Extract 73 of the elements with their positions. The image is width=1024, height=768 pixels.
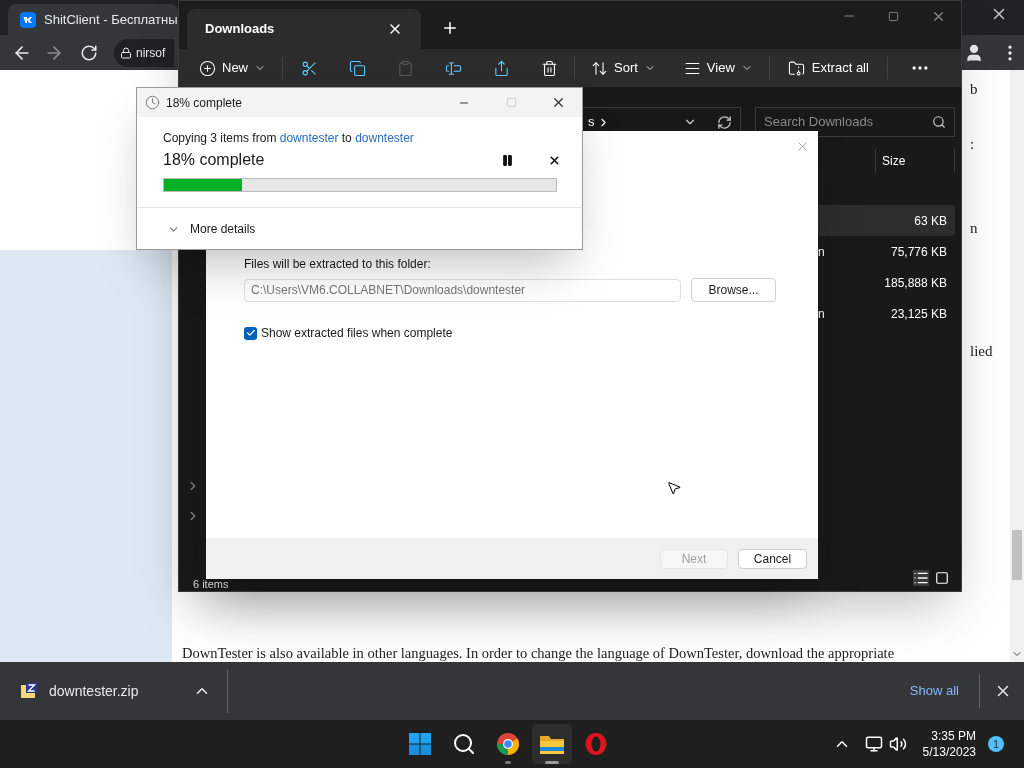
browse-button[interactable]: Browse... <box>691 278 776 302</box>
page-text: lied <box>970 341 994 361</box>
sort-button[interactable]: Sort <box>591 58 656 78</box>
column-header[interactable]: Size <box>875 149 955 173</box>
close-icon[interactable] <box>551 95 566 110</box>
pause-icon[interactable] <box>501 153 514 167</box>
more-details-button[interactable]: More details <box>167 220 582 238</box>
archive-folder-icon <box>787 59 805 77</box>
folder-label: Files will be extracted to this folder: <box>244 256 432 273</box>
download-filename[interactable]: downtester.zip <box>49 680 139 702</box>
dialog-title: 18% complete <box>166 94 243 112</box>
table-cell-text: 63 KB <box>913 212 948 230</box>
notification-badge[interactable]: 1 <box>988 736 1004 752</box>
running-indicator <box>545 761 559 764</box>
address-bar[interactable]: nirsof <box>114 38 174 67</box>
page-text: b <box>970 80 979 99</box>
clock[interactable]: 3:35 PM 5/13/2023 <box>922 728 976 760</box>
cancel-icon[interactable] <box>548 153 561 167</box>
target-link[interactable]: downtester <box>355 131 414 145</box>
profile-icon[interactable] <box>964 42 984 63</box>
explorer-tab[interactable]: Downloads <box>187 9 421 49</box>
table-cell-text: 75,776 KB <box>889 243 948 261</box>
new-tab-icon[interactable] <box>441 19 459 37</box>
share-icon[interactable] <box>493 59 510 77</box>
page-text: n <box>970 219 979 238</box>
table-cell-text: 23,125 KB <box>889 305 948 323</box>
time-text: 3:35 PM <box>931 728 976 744</box>
windows-logo-icon <box>408 732 432 756</box>
reload-icon[interactable] <box>80 43 98 62</box>
vk-logo-icon <box>20 11 36 28</box>
cut-icon[interactable] <box>301 59 318 77</box>
copy-message: Copying 3 items from downtester to downtester <box>163 130 415 147</box>
cancel-button[interactable]: Cancel <box>738 548 807 569</box>
extract-all-button[interactable]: Extract all <box>787 58 869 78</box>
delete-icon[interactable] <box>541 59 558 77</box>
path-field[interactable]: C:\Users\VM6.COLLABNET\Downloads\downtester <box>244 278 681 302</box>
running-indicator <box>505 761 511 764</box>
details-view-icon[interactable] <box>913 570 929 586</box>
plus-circle-icon <box>199 59 216 77</box>
taskbar-app[interactable] <box>532 724 572 764</box>
table-cell-text: n <box>817 243 826 261</box>
opera-icon <box>584 732 608 756</box>
breadcrumb[interactable]: s <box>588 112 595 132</box>
view-button[interactable]: View <box>683 58 753 78</box>
checkbox[interactable] <box>244 326 257 340</box>
volume-icon[interactable] <box>888 735 907 753</box>
rename-icon[interactable] <box>445 59 462 77</box>
maximize-icon[interactable] <box>888 10 899 22</box>
copy-icon[interactable] <box>349 59 366 77</box>
show-all-link[interactable]: Show all <box>909 681 959 701</box>
lock-icon <box>120 46 132 59</box>
network-icon[interactable] <box>864 735 883 753</box>
zip-file-icon <box>20 682 38 700</box>
clock-icon <box>145 95 160 110</box>
new-button[interactable]: New <box>199 58 266 78</box>
source-link[interactable]: downtester <box>279 131 339 145</box>
table-cell-text: n <box>817 305 826 323</box>
refresh-icon[interactable] <box>717 114 732 130</box>
mouse-cursor-icon <box>666 480 682 496</box>
chrome-icon <box>496 732 520 756</box>
browser-tab[interactable]: ShitClient - Бесплатны <box>8 4 178 35</box>
url-text: nirsof <box>136 44 166 62</box>
search-icon <box>932 115 946 129</box>
checkbox-label[interactable]: Show extracted files when complete <box>261 324 453 342</box>
status-text: 6 items <box>193 578 229 590</box>
page-text: : <box>970 134 976 154</box>
scrollbar-thumb <box>1012 530 1022 580</box>
search-icon <box>452 732 476 756</box>
tiles-view-icon[interactable] <box>935 571 949 585</box>
date-text: 5/13/2023 <box>922 744 976 760</box>
sort-arrows-icon <box>591 59 608 77</box>
progress-heading: 18% complete <box>163 150 265 170</box>
page-paragraph: DownTester is also available in other languages. In order to change the language of DownTester, download the appropriate <box>181 644 896 662</box>
